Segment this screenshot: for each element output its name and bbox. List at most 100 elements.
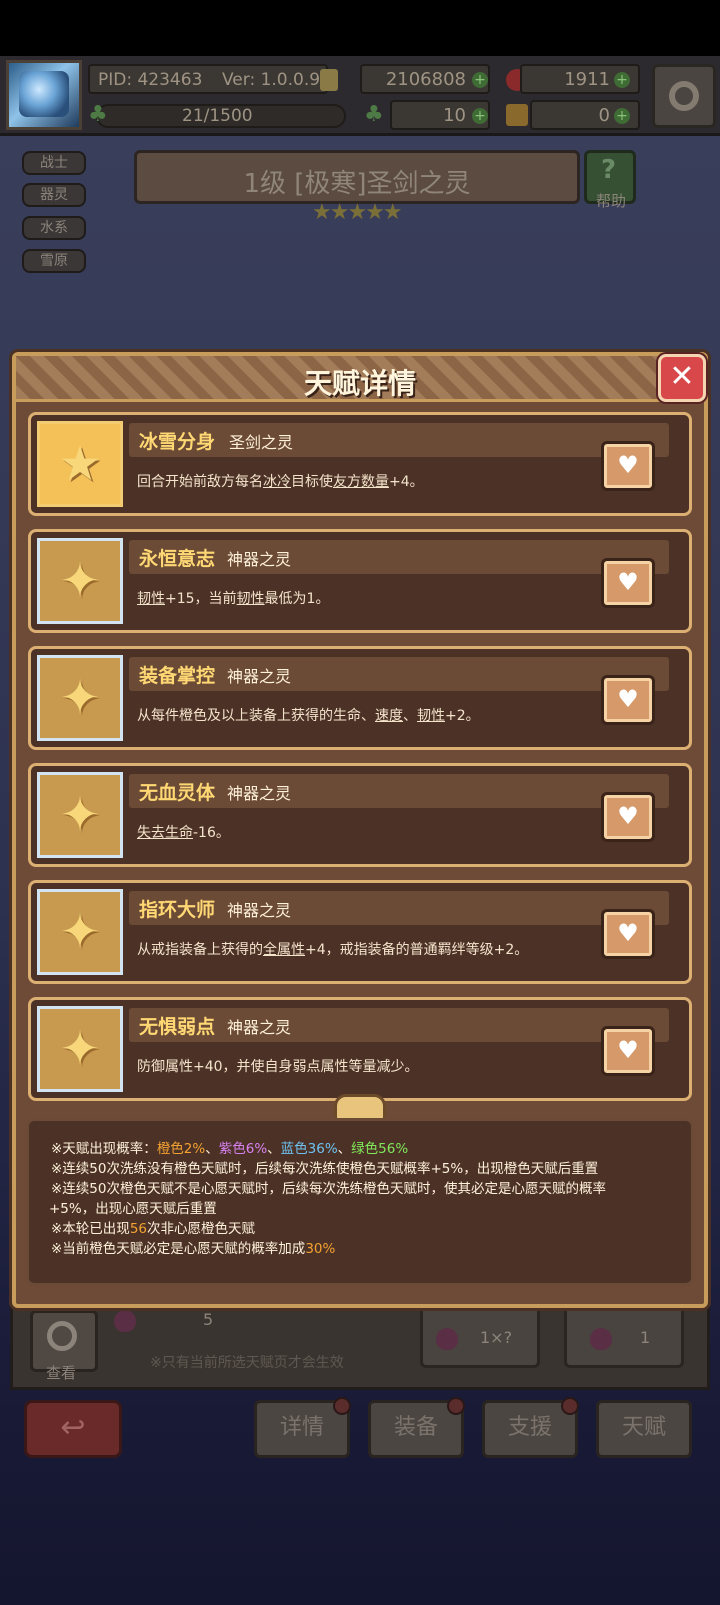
talent-description: 从戒指装备上获得的全属性+4，戒指装备的普通羁绊等级+2。 [137,942,529,958]
talent-icon-frame: ✦ [37,1006,123,1092]
talent-icon-frame: ★ [37,421,123,507]
talent-source: 神器之灵 [227,901,292,920]
talent-row[interactable]: ✦ 无惧弱点 神器之灵 防御属性+40，并使自身弱点属性等量减少。 ♥ [28,997,692,1101]
close-button[interactable]: ✕ [658,354,706,402]
talent-row[interactable]: ✦ 指环大师 神器之灵 从戒指装备上获得的全属性+4，戒指装备的普通羁绊等级+2… [28,880,692,984]
add-gold-icon[interactable]: + [472,72,488,88]
talent-description: 回合开始前敌方每名冰冷目标使友方数量+4。 [137,474,424,490]
gold-value: 2106808 [385,69,466,90]
heart-icon: ♥ [617,568,639,596]
coin-icon [320,69,338,91]
version-text: Ver: 1.0.0.9 [222,70,321,90]
talent-name: 冰雪分身 [139,431,216,453]
talent-description: 韧性+15，当前韧性最低为1。 [137,591,330,607]
character-title: 1级 [极寒]圣剑之灵 [243,169,471,199]
back-button[interactable]: ↩ [24,1400,122,1458]
talent-row[interactable]: ✦ 永恒意志 神器之灵 韧性+15，当前韧性最低为1。 ♥ [28,529,692,633]
add-key-icon[interactable]: + [614,108,630,124]
exp-clover-icon: ♣ [88,102,108,127]
gem-value: 1911 [564,69,610,90]
modal-header: 天赋详情 [16,356,704,402]
heart-icon: ♥ [617,685,639,713]
add-clover-icon[interactable]: + [472,108,488,124]
heart-icon: ♥ [617,802,639,830]
artifact-spirit-icon: ✦ [59,904,101,960]
key-icon [506,104,528,126]
artifact-spirit-icon: ✦ [59,670,101,726]
probability-notes: ※天赋出现概率：橙色2%、紫色6%、蓝色36%、绿色56% ※连续50次洗练没有… [26,1118,694,1286]
talent-description: 失去生命-16。 [137,825,230,841]
add-gem-icon[interactable]: + [614,72,630,88]
talent-icon-frame: ✦ [37,538,123,624]
talent-description: 从每件橙色及以上装备上获得的生命、速度、韧性+2。 [137,708,480,724]
talent-row[interactable]: ✦ 无血灵体 神器之灵 失去生命-16。 ♥ [28,763,692,867]
wish-heart-button[interactable]: ♥ [601,558,655,608]
wish-heart-button[interactable]: ♥ [601,441,655,491]
note-pity-orange: ※连续50次洗练没有橙色天赋时，后续每次洗练使橙色天赋概率+5%，出现橙色天赋后… [51,1161,599,1177]
status-bar [0,0,720,56]
tag-water: 水系 [22,216,86,240]
tab-equipment[interactable]: 装备 [368,1397,465,1458]
character-banner: 1级 [极寒]圣剑之灵 [134,150,580,204]
talent-name: 无惧弱点 [139,1016,216,1038]
talent-icon-frame: ✦ [37,772,123,858]
pouch-count: 5 [203,1310,214,1329]
tab-support[interactable]: 支援 [482,1397,579,1458]
key-value: 0 [598,105,610,126]
talent-row[interactable]: ✦ 装备掌控 神器之灵 从每件橙色及以上装备上获得的生命、速度、韧性+2。 ♥ [28,646,692,750]
page-note: ※只有当前所选天赋页才会生效 [150,1355,344,1371]
exp-text: 21/1500 [182,106,253,126]
talent-source: 神器之灵 [227,667,292,686]
tab-talent-label: 天赋 [621,1415,666,1440]
wish-heart-button[interactable]: ♥ [601,792,655,842]
tab-support-label: 支援 [507,1415,552,1440]
help-icon: ? [601,155,617,185]
talent-row[interactable]: ★ 冰雪分身 圣剑之灵 回合开始前敌方每名冰冷目标使友方数量+4。 ♥ [28,412,692,516]
talent-source: 神器之灵 [227,784,292,803]
settings-button[interactable] [652,64,716,128]
tag-artifact-spirit: 器灵 [22,183,86,207]
wish-heart-button[interactable]: ♥ [601,675,655,725]
modal-title: 天赋详情 [303,367,416,400]
talent-icon-frame: ✦ [37,889,123,975]
details-badge [333,1397,351,1415]
equipment-badge [447,1397,465,1415]
talent-source: 圣剑之灵 [229,433,294,452]
tab-talent[interactable]: 天赋 [596,1400,692,1458]
pid-text: PID: 423463 [98,70,203,90]
avatar-portrait [19,71,69,117]
tag-snowfield: 雪原 [22,249,86,273]
talent-icon-frame: ✦ [37,655,123,741]
star-rating: ★★★★★ [312,200,403,225]
avatar[interactable] [6,60,82,130]
clover-icon: ♣ [364,102,384,127]
tab-equipment-label: 装备 [393,1415,438,1440]
magnifier-icon [47,1321,77,1351]
heart-icon: ♥ [617,1036,639,1064]
pouch-icon-3 [590,1328,612,1350]
pouch-icon-2 [436,1328,458,1350]
auto-refine-value: 1×? [480,1328,513,1347]
note-current-bonus: ※当前橙色天赋必定是心愿天赋的概率加成30% [51,1241,336,1257]
artifact-spirit-icon: ✦ [59,787,101,843]
star-icon: ★ [58,436,102,492]
heart-icon: ♥ [617,919,639,947]
artifact-spirit-icon: ✦ [59,553,101,609]
talent-description: 防御属性+40，并使自身弱点属性等量减少。 [137,1059,419,1075]
talent-refine-value: 1 [640,1328,651,1347]
wish-heart-button[interactable]: ♥ [601,909,655,959]
pouch-icon [114,1310,136,1332]
gear-icon [669,81,699,111]
view-label: 查看 [46,1364,77,1382]
talent-name: 指环大师 [139,899,216,921]
wish-heart-button[interactable]: ♥ [601,1026,655,1076]
note-pity-wish-cont: +5%，出现心愿天赋后重置 [49,1201,217,1217]
tab-details[interactable]: 详情 [254,1397,351,1458]
help-label: 帮助 [596,192,627,210]
talent-name: 永恒意志 [139,548,216,570]
note-probability: ※天赋出现概率：橙色2%、紫色6%、蓝色36%、绿色56% [51,1141,409,1157]
talent-name: 无血灵体 [139,782,216,804]
clover-value: 10 [443,105,466,126]
talent-source: 神器之灵 [227,1018,292,1037]
note-round-count: ※本轮已出现56次非心愿橙色天赋 [51,1221,255,1237]
